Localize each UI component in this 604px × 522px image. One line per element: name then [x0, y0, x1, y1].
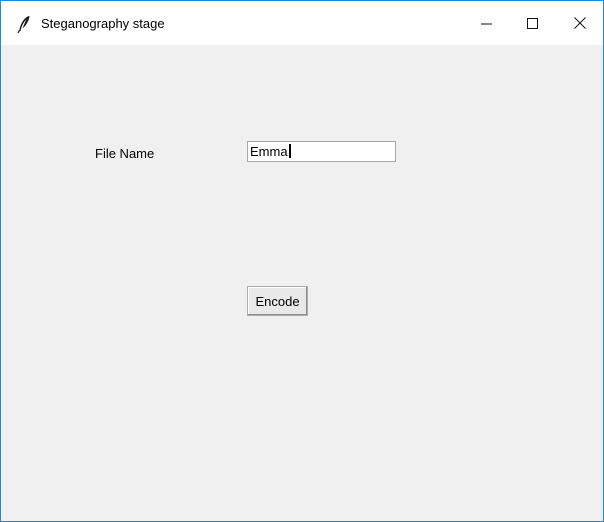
window-title: Steganography stage	[41, 16, 165, 31]
close-button[interactable]	[557, 1, 603, 45]
title-bar[interactable]: Steganography stage	[1, 1, 603, 45]
app-window: Steganography stage File Name Emma Encod…	[0, 0, 604, 522]
file-name-input[interactable]: Emma	[247, 141, 396, 162]
window-content: File Name Emma Encode	[1, 45, 603, 521]
maximize-button[interactable]	[509, 1, 555, 45]
feather-icon	[17, 15, 31, 34]
minimize-icon	[480, 18, 492, 29]
file-name-label: File Name	[95, 146, 155, 161]
encode-button-label: Encode	[255, 293, 300, 309]
file-name-input-value: Emma	[250, 144, 288, 159]
close-icon	[574, 17, 586, 29]
encode-button[interactable]: Encode	[247, 286, 308, 316]
minimize-button[interactable]	[463, 1, 509, 45]
text-caret	[288, 144, 291, 158]
maximize-icon	[526, 17, 538, 29]
